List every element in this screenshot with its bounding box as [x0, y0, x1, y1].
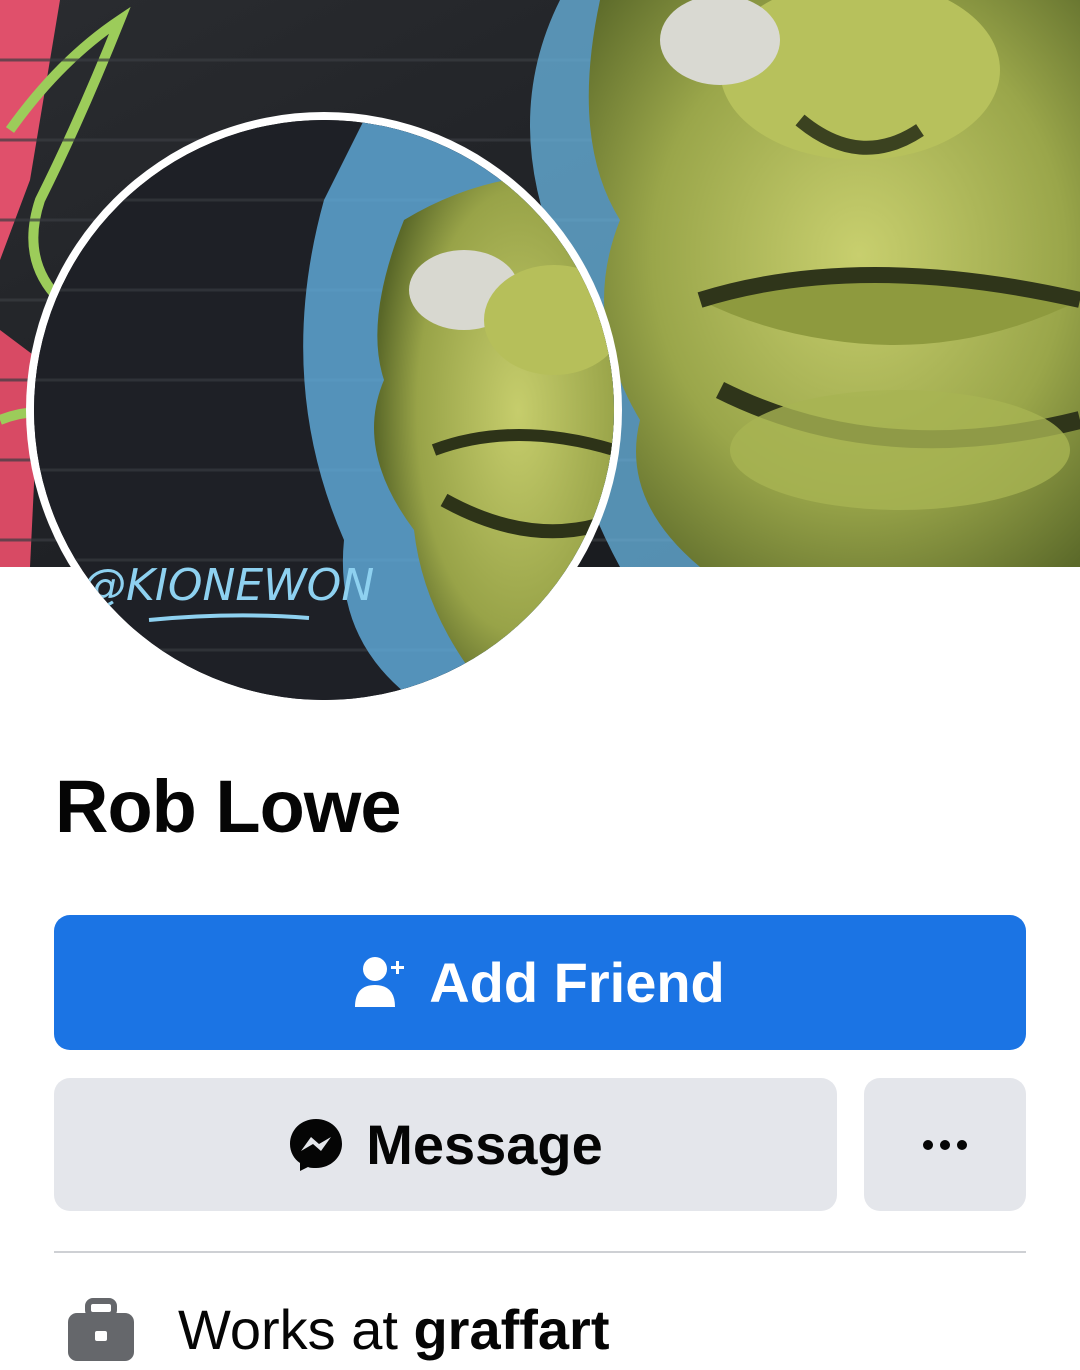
intro-work-item: Works at graffart	[66, 1290, 610, 1370]
add-person-icon	[355, 955, 407, 1011]
more-options-button[interactable]	[864, 1078, 1026, 1211]
section-divider	[54, 1251, 1026, 1253]
message-label: Message	[366, 1113, 603, 1176]
work-prefix: Works at	[178, 1298, 414, 1361]
messenger-icon	[288, 1117, 344, 1173]
briefcase-icon	[66, 1295, 136, 1365]
message-button[interactable]: Message	[54, 1078, 837, 1211]
add-friend-label: Add Friend	[429, 951, 725, 1014]
avatar-tag-text: @KIONEWON	[82, 560, 374, 611]
profile-picture[interactable]: @KIONEWON	[26, 112, 622, 708]
ellipsis-icon	[922, 1139, 968, 1151]
work-text: Works at graffart	[178, 1290, 610, 1370]
profile-name: Rob Lowe	[55, 765, 402, 848]
add-friend-button[interactable]: Add Friend	[54, 915, 1026, 1050]
work-company-link[interactable]: graffart	[413, 1298, 609, 1361]
avatar-image: @KIONEWON	[34, 120, 614, 700]
